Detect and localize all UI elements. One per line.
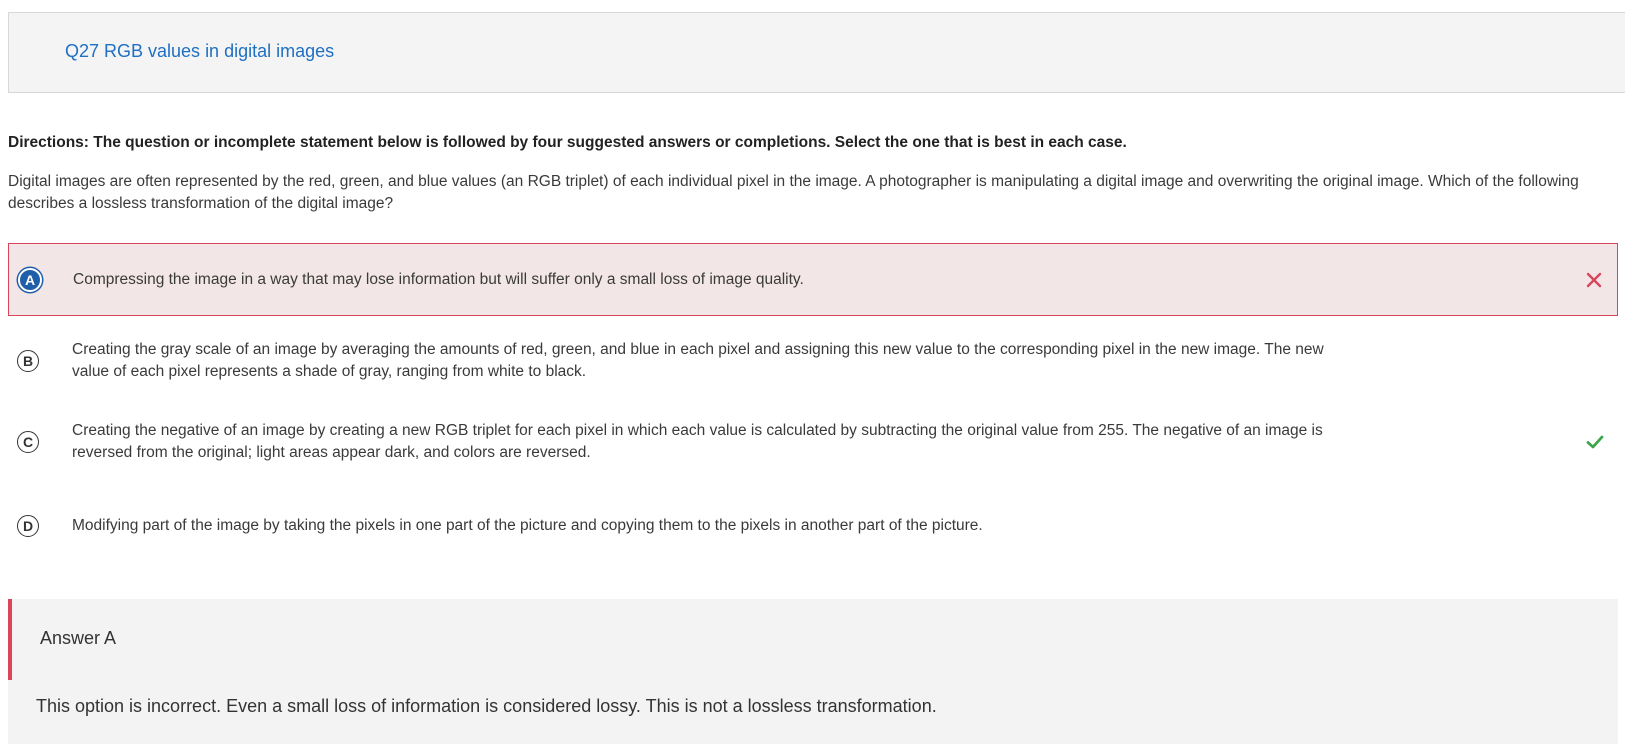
option-a-text: Compressing the image in a way that may … — [73, 271, 804, 288]
question-stem: Digital images are often represented by … — [8, 173, 1579, 212]
x-icon — [1586, 272, 1602, 288]
option-b-radio[interactable]: B — [17, 350, 39, 372]
checkmark-icon — [1586, 435, 1604, 449]
option-c-radio[interactable]: C — [17, 431, 39, 453]
option-d-text: Modifying part of the image by taking th… — [72, 517, 983, 534]
option-b[interactable]: B Creating the gray scale of an image by… — [8, 326, 1618, 396]
option-b-text: Creating the gray scale of an image by a… — [72, 341, 1324, 380]
option-a[interactable]: A Compressing the image in a way that ma… — [8, 243, 1618, 316]
feedback-panel: This option is incorrect. Even a small l… — [8, 680, 1618, 744]
directions-text: Directions: The question or incomplete s… — [8, 134, 1127, 151]
option-a-radio[interactable]: A — [18, 268, 42, 292]
feedback-heading: Answer A — [40, 628, 117, 648]
question-header: Q27 RGB values in digital images — [8, 12, 1625, 93]
question-title: Q27 RGB values in digital images — [65, 41, 335, 61]
feedback-header: Answer A — [8, 599, 1618, 680]
option-c[interactable]: C Creating the negative of an image by c… — [8, 407, 1618, 477]
feedback-explanation: This option is incorrect. Even a small l… — [36, 696, 937, 716]
option-c-text: Creating the negative of an image by cre… — [72, 422, 1323, 461]
option-d-radio[interactable]: D — [17, 515, 39, 537]
option-d[interactable]: D Modifying part of the image by taking … — [8, 498, 1618, 554]
